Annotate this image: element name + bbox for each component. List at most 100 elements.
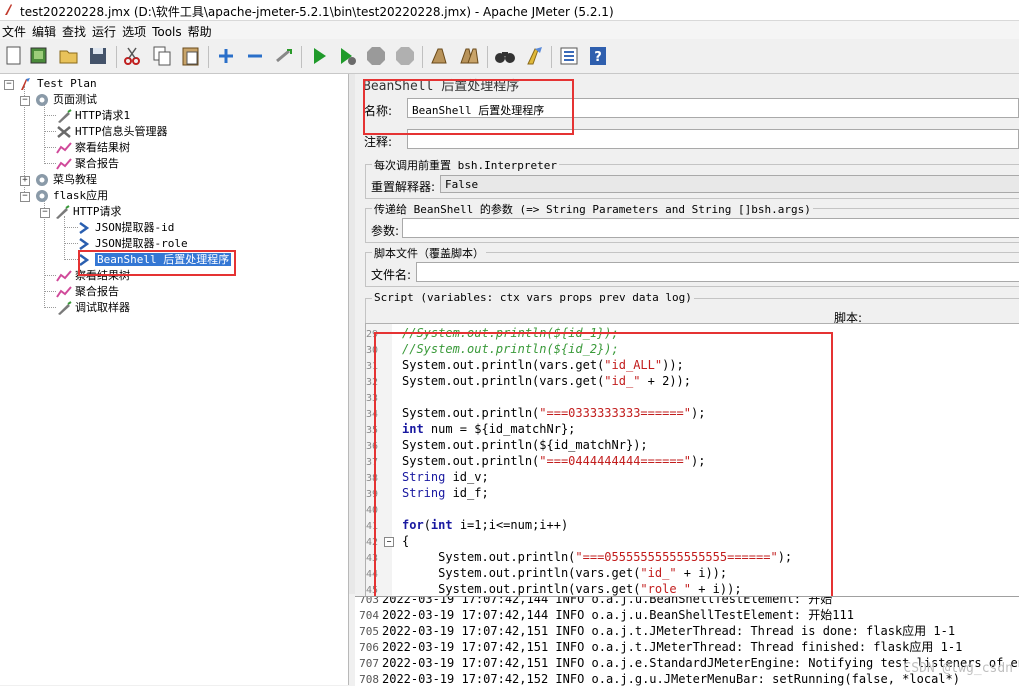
line-number: 45 [366, 585, 379, 596]
fold-toggle[interactable]: − [384, 537, 394, 547]
tree-item-results-tree[interactable]: 察看结果树 [56, 268, 130, 284]
save-icon[interactable] [87, 45, 109, 67]
code-text: System.out.println("===0444444444======"… [402, 454, 706, 468]
menu-run[interactable]: 运行 [90, 21, 120, 40]
tree-item-debug-sampler[interactable]: 调试取样器 [56, 300, 130, 316]
log-line-number: 706 [359, 641, 379, 654]
code-line: 37 System.out.println("===0444444444=====… [366, 453, 705, 469]
collapse-toggle[interactable]: − [4, 80, 14, 90]
clear-all-icon[interactable] [458, 45, 480, 67]
pipette-icon [56, 109, 72, 123]
wrench-icon [56, 125, 72, 139]
test-plan-tree: − Test Plan − 页面测试 HTTP请求1 HTTP信息头管理器 察看… [0, 74, 349, 685]
new-icon[interactable] [3, 45, 25, 67]
graph-icon [56, 157, 72, 171]
search-icon[interactable] [494, 45, 516, 67]
tree-item-beanshell-postprocessor[interactable]: BeanShell 后置处理程序 [76, 252, 232, 268]
code-text: //System.out.println(${id_2}); [402, 342, 619, 356]
copy-icon[interactable] [151, 45, 173, 67]
pipette-icon [56, 301, 72, 315]
tree-test-plan[interactable]: Test Plan [18, 76, 97, 92]
menu-options[interactable]: 选项 [120, 21, 150, 40]
collapse-toggle[interactable]: − [20, 192, 30, 202]
menu-edit[interactable]: 编辑 [30, 21, 60, 40]
menu-file[interactable]: 文件 [0, 21, 30, 40]
log-line: 703 2022-03-19 17:07:42,144 INFO o.a.j.u.… [355, 597, 832, 607]
log-line: 705 2022-03-19 17:07:42,151 INFO o.a.j.t.… [355, 623, 955, 639]
comment-label: 注释: [364, 135, 393, 149]
parameters-group: 传递给 BeanShell 的参数 (=> String Parameters … [365, 201, 1019, 243]
parameters-group-title: 传递给 BeanShell 的参数 (=> String Parameters … [372, 201, 813, 217]
tree-item-http-request[interactable]: HTTP请求 [54, 204, 122, 220]
paste-icon[interactable] [180, 45, 202, 67]
tree-item-json-extractor-id[interactable]: JSON提取器-id [76, 220, 174, 236]
code-text: //System.out.println(${id_1}); [402, 326, 619, 340]
toolbar: ? [0, 40, 1019, 74]
code-text: String id_f; [402, 486, 489, 500]
code-line: 44 System.out.println(vars.get("id_" + i… [366, 565, 727, 581]
code-line: 30//System.out.println(${id_2}); [366, 341, 619, 357]
panel-title: BeanShell 后置处理程序 [363, 79, 520, 94]
script-group-title: Script (variables: ctx vars props prev d… [372, 291, 694, 304]
tree-thread-group-runoob[interactable]: 菜鸟教程 [34, 172, 97, 188]
script-editor[interactable]: 29//System.out.println(${id_1}); 30//Syst… [365, 323, 1019, 597]
pipette-icon [54, 205, 70, 219]
svg-text:?: ? [594, 50, 602, 65]
log-line-number: 705 [359, 625, 379, 638]
code-text: System.out.println(vars.get("id_" + i)); [402, 566, 728, 580]
tree-item-aggregate-report[interactable]: 聚合报告 [56, 156, 119, 172]
filename-field[interactable] [416, 262, 1019, 282]
reset-search-icon[interactable] [523, 45, 545, 67]
tree-item-results-tree[interactable]: 察看结果树 [56, 140, 130, 156]
reset-label: 重置解释器: [371, 180, 436, 194]
log-text: 2022-03-19 17:07:42,152 INFO o.a.j.g.u.J… [382, 672, 960, 686]
function-helper-icon[interactable] [558, 45, 580, 67]
comment-field[interactable] [407, 129, 1019, 149]
reset-group-title: 每次调用前重置 bsh.Interpreter [372, 157, 559, 173]
graph-icon [56, 269, 72, 283]
name-label: 名称: [364, 104, 393, 118]
jmeter-feather-icon [3, 3, 13, 16]
menu-bar: 文件 编辑 查找 运行 选项 Tools 帮助 [0, 21, 1019, 39]
start-no-pause-icon[interactable] [336, 45, 358, 67]
gear-icon [34, 173, 50, 187]
shutdown-icon[interactable] [394, 45, 416, 67]
log-viewer[interactable]: 703 2022-03-19 17:07:42,144 INFO o.a.j.u.… [355, 596, 1019, 686]
tree-item-header-manager[interactable]: HTTP信息头管理器 [56, 124, 168, 140]
expand-toggle[interactable]: + [20, 176, 30, 186]
expand-icon[interactable] [215, 45, 237, 67]
filename-label: 文件名: [371, 268, 412, 282]
templates-icon[interactable] [28, 45, 50, 67]
code-text: System.out.println(vars.get("role " + i)… [402, 582, 742, 596]
collapse-toggle[interactable]: − [40, 208, 50, 218]
menu-help[interactable]: 帮助 [186, 21, 216, 40]
tree-item-json-extractor-role[interactable]: JSON提取器-role [76, 236, 188, 252]
stop-icon[interactable] [365, 45, 387, 67]
menu-search[interactable]: 查找 [60, 21, 90, 40]
collapse-icon[interactable] [244, 45, 266, 67]
start-icon[interactable] [308, 45, 330, 67]
parameters-field[interactable] [402, 218, 1019, 238]
clear-icon[interactable] [428, 45, 450, 67]
code-line: 42{− [366, 533, 409, 549]
code-line: 34 System.out.println("===0333333333=====… [366, 405, 705, 421]
tree-thread-group-flask[interactable]: flask应用 [34, 188, 108, 204]
log-text: 2022-03-19 17:07:42,144 INFO o.a.j.u.Bea… [382, 608, 854, 622]
collapse-toggle[interactable]: − [20, 96, 30, 106]
tree-thread-group-page-test[interactable]: 页面测试 [34, 92, 97, 108]
open-icon[interactable] [58, 45, 80, 67]
tree-item-http-request-1[interactable]: HTTP请求1 [56, 108, 130, 124]
reset-interpreter-select[interactable]: False [440, 175, 1019, 193]
help-icon[interactable]: ? [587, 45, 609, 67]
code-text: String id_v; [402, 470, 489, 484]
log-text: 2022-03-19 17:07:42,151 INFO o.a.j.t.JMe… [382, 624, 956, 638]
reset-group: 每次调用前重置 bsh.Interpreter 重置解释器: False [365, 157, 1019, 199]
code-text: System.out.println("===05555555555555555… [402, 550, 793, 564]
name-field[interactable]: BeanShell 后置处理程序 [407, 98, 1019, 118]
toggle-icon[interactable] [273, 45, 295, 67]
log-line: 706 2022-03-19 17:07:42,151 INFO o.a.j.t.… [355, 639, 962, 655]
cut-icon[interactable] [121, 45, 143, 67]
tree-item-aggregate-report[interactable]: 聚合报告 [56, 284, 119, 300]
code-line: 29//System.out.println(${id_1}); [366, 325, 619, 341]
menu-tools[interactable]: Tools [150, 23, 186, 39]
